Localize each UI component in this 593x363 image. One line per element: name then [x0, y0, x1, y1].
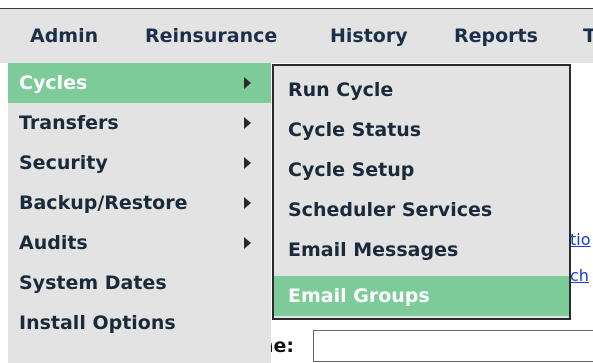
menu-item-label: Cycles [19, 72, 88, 94]
submenu-item-cycle-status[interactable]: Cycle Status [274, 110, 569, 150]
submenu-item-email-messages[interactable]: Email Messages [274, 230, 569, 270]
menubar: Admin Reinsurance History Reports T [0, 9, 593, 63]
menu-item-label: Install Options [19, 312, 176, 334]
admin-menu-item-audits[interactable]: Audits [8, 223, 271, 263]
menu-item-label: Backup/Restore [19, 192, 188, 214]
submenu-arrow-icon [244, 117, 251, 129]
menu-item-label: Cycle Status [288, 119, 422, 141]
background-text-input[interactable] [313, 330, 593, 362]
menu-reinsurance[interactable]: Reinsurance [145, 25, 277, 47]
menu-item-label: Email Messages [288, 239, 459, 261]
menu-item-label: System Dates [19, 272, 167, 294]
menu-item-label: Transfers [19, 112, 119, 134]
menu-history[interactable]: History [330, 25, 408, 47]
menu-item-label: Scheduler Services [288, 199, 493, 221]
submenu-arrow-icon [244, 197, 251, 209]
submenu-item-run-cycle[interactable]: Run Cycle [274, 70, 569, 110]
menu-truncated[interactable]: T [583, 25, 593, 47]
background-link-1[interactable]: tio [570, 230, 591, 249]
menu-item-label: Cycle Setup [288, 159, 415, 181]
menu-admin[interactable]: Admin [30, 25, 98, 47]
submenu-arrow-icon [244, 77, 251, 89]
submenu-item-cycle-setup[interactable]: Cycle Setup [274, 150, 569, 190]
menu-item-label: Security [19, 152, 108, 174]
menu-item-label: Audits [19, 232, 88, 254]
admin-dropdown-menu: Cycles Transfers Security Backup/Restore… [8, 63, 271, 363]
submenu-arrow-icon [244, 157, 251, 169]
admin-menu-item-security[interactable]: Security [8, 143, 271, 183]
submenu-item-email-groups[interactable]: Email Groups [274, 276, 569, 316]
admin-menu-item-transfers[interactable]: Transfers [8, 103, 271, 143]
admin-menu-item-backup-restore[interactable]: Backup/Restore [8, 183, 271, 223]
window-top-edge [0, 0, 593, 9]
background-link-2[interactable]: ch [570, 266, 589, 285]
menu-reports[interactable]: Reports [454, 25, 538, 47]
admin-menu-item-cycles[interactable]: Cycles [8, 63, 271, 103]
menu-item-label: Email Groups [288, 285, 430, 307]
cycles-submenu: Run Cycle Cycle Status Cycle Setup Sched… [272, 64, 571, 320]
admin-menu-item-install-options[interactable]: Install Options [8, 303, 271, 343]
submenu-item-scheduler-services[interactable]: Scheduler Services [274, 190, 569, 230]
menu-item-label: Run Cycle [288, 79, 394, 101]
submenu-arrow-icon [244, 237, 251, 249]
admin-menu-item-system-dates[interactable]: System Dates [8, 263, 271, 303]
